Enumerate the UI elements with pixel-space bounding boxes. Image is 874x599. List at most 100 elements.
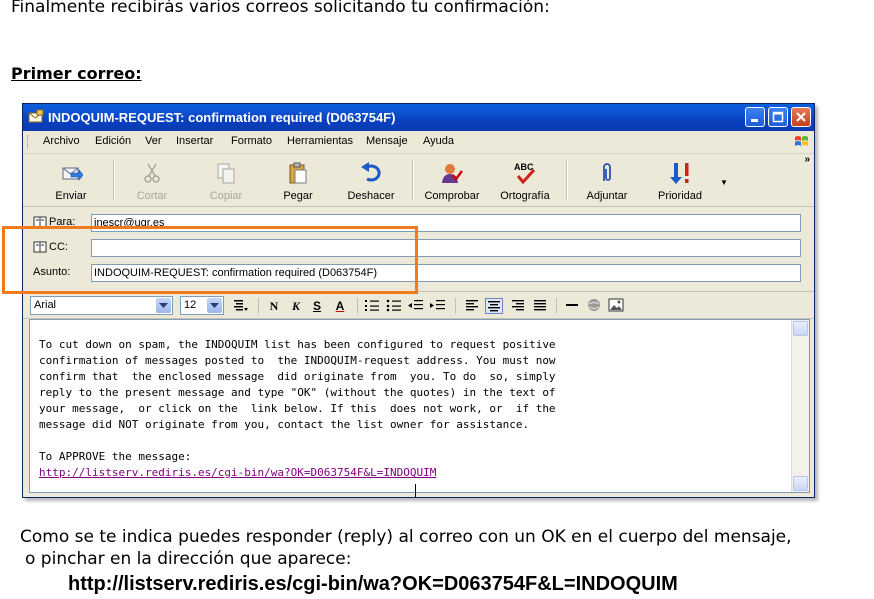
- attach-label: Adjuntar: [586, 190, 628, 202]
- close-icon: [796, 112, 806, 122]
- align-center-icon: [488, 301, 500, 312]
- message-line: message did NOT originate from you, cont…: [39, 418, 530, 431]
- priority-label: Prioridad: [657, 190, 703, 202]
- paperclip-icon: [603, 163, 611, 181]
- cut-button[interactable]: Cortar: [117, 158, 187, 204]
- outro-line-2: o pinchar en la dirección que aparece:: [25, 549, 352, 569]
- menu-herramientas[interactable]: Herramientas: [287, 135, 353, 147]
- text-cursor: [415, 484, 416, 497]
- window-title: INDOQUIM-REQUEST: confirmation required …: [48, 110, 396, 125]
- toolbar-separator: [566, 160, 568, 200]
- title-bar[interactable]: INDOQUIM-REQUEST: confirmation required …: [23, 104, 814, 131]
- check-names-label: Comprobar: [424, 190, 480, 202]
- menu-ver[interactable]: Ver: [145, 135, 162, 147]
- font-select[interactable]: Arial: [30, 296, 173, 315]
- paragraph-style-button[interactable]: [231, 298, 249, 314]
- scroll-down-button[interactable]: [793, 476, 808, 491]
- priority-button[interactable]: Prioridad: [645, 158, 715, 204]
- attach-button[interactable]: Adjuntar: [572, 158, 642, 204]
- bold-button[interactable]: N: [265, 298, 283, 314]
- format-separator: [556, 298, 557, 314]
- compose-window: INDOQUIM-REQUEST: confirmation required …: [22, 103, 815, 498]
- section-title: Primer correo:: [11, 64, 142, 83]
- toolbar-separator: [412, 160, 414, 200]
- minimize-button[interactable]: [745, 107, 765, 127]
- globe-link-icon: [588, 299, 600, 311]
- cut-label: Cortar: [136, 190, 168, 202]
- italic-button[interactable]: K: [287, 298, 305, 314]
- approve-link[interactable]: http://listserv.rediris.es/cgi-bin/wa?OK…: [39, 466, 436, 479]
- toolbar: » Enviar Cortar Copiar Pegar Deshacer Co…: [23, 154, 814, 207]
- toolbar-overflow-button[interactable]: »: [804, 154, 810, 165]
- justify-icon: [534, 300, 546, 311]
- menu-edicion[interactable]: Edición: [95, 135, 131, 147]
- message-line: confirm that the enclosed message did or…: [39, 370, 556, 383]
- align-right-button[interactable]: [509, 298, 527, 314]
- message-line: reply to the present message and type "O…: [39, 386, 556, 399]
- copy-icon: [217, 163, 235, 184]
- close-button[interactable]: [791, 107, 811, 127]
- windows-logo-icon: [795, 136, 808, 146]
- justify-button[interactable]: [531, 298, 549, 314]
- paste-button[interactable]: Pegar: [263, 158, 333, 204]
- envelope-icon: [28, 109, 44, 123]
- horizontal-line-button[interactable]: [563, 298, 581, 314]
- align-center-button[interactable]: [485, 298, 503, 314]
- scissors-icon: [144, 163, 160, 183]
- menu-insertar[interactable]: Insertar: [176, 135, 213, 147]
- undo-button[interactable]: Deshacer: [336, 158, 406, 204]
- priority-dropdown-icon[interactable]: ▼: [720, 178, 728, 187]
- bullet-list-button[interactable]: [385, 298, 403, 314]
- menu-formato[interactable]: Formato: [231, 135, 272, 147]
- svg-text:ABC: ABC: [514, 162, 534, 172]
- undo-label: Deshacer: [347, 190, 395, 202]
- paragraph-style-icon: [234, 300, 248, 311]
- menu-mensaje[interactable]: Mensaje: [366, 135, 408, 147]
- copy-button[interactable]: Copiar: [191, 158, 261, 204]
- hyperlink-button[interactable]: [585, 298, 603, 314]
- message-text: To cut down on spam, the INDOQUIM list h…: [39, 337, 556, 481]
- format-separator: [357, 298, 358, 314]
- menu-ayuda[interactable]: Ayuda: [423, 135, 454, 147]
- chevron-down-icon: [156, 298, 171, 313]
- decrease-indent-icon: [408, 300, 423, 310]
- intro-text: Finalmente recibirás varios correos soli…: [11, 0, 550, 17]
- font-color-button[interactable]: A: [331, 298, 349, 314]
- numbered-list-button[interactable]: [363, 298, 381, 314]
- spelling-button[interactable]: ABC Ortografía: [490, 158, 560, 204]
- align-right-icon: [512, 300, 524, 311]
- confirmation-url: http://listserv.rediris.es/cgi-bin/wa?OK…: [68, 573, 678, 595]
- menu-grip: [27, 135, 31, 149]
- decrease-indent-button[interactable]: [407, 298, 425, 314]
- align-left-icon: [466, 300, 478, 311]
- underline-button[interactable]: S: [308, 298, 326, 314]
- outro-text: Como se te indica puedes responder (repl…: [20, 526, 792, 570]
- send-button[interactable]: Enviar: [36, 158, 106, 204]
- undo-icon: [361, 162, 381, 182]
- format-separator: [258, 298, 259, 314]
- spelling-icon: ABC: [514, 162, 536, 185]
- format-separator: [455, 298, 456, 314]
- scroll-up-button[interactable]: [793, 321, 808, 336]
- increase-indent-button[interactable]: [429, 298, 447, 314]
- message-line: To cut down on spam, the INDOQUIM list h…: [39, 338, 556, 351]
- insert-picture-button[interactable]: [607, 298, 625, 314]
- align-left-button[interactable]: [463, 298, 481, 314]
- maximize-button[interactable]: [768, 107, 788, 127]
- maximize-icon: [772, 111, 784, 123]
- numbered-list-icon: [365, 300, 379, 311]
- message-line: confirmation of messages posted to the I…: [39, 354, 556, 367]
- formatting-bar: Arial 12 N K S A: [23, 291, 814, 319]
- copy-label: Copiar: [209, 190, 243, 202]
- send-label: Enviar: [55, 190, 87, 202]
- picture-icon: [608, 298, 624, 312]
- font-size-value: 12: [184, 299, 197, 311]
- message-body[interactable]: To cut down on spam, the INDOQUIM list h…: [29, 319, 810, 497]
- toolbar-separator: [113, 160, 115, 200]
- check-names-button[interactable]: Comprobar: [417, 158, 487, 204]
- font-size-select[interactable]: 12: [180, 296, 224, 315]
- outro-line-1: Como se te indica puedes responder (repl…: [20, 527, 792, 547]
- chevron-down-icon: [207, 298, 222, 313]
- menu-archivo[interactable]: Archivo: [43, 135, 80, 147]
- vertical-scrollbar[interactable]: [791, 320, 809, 492]
